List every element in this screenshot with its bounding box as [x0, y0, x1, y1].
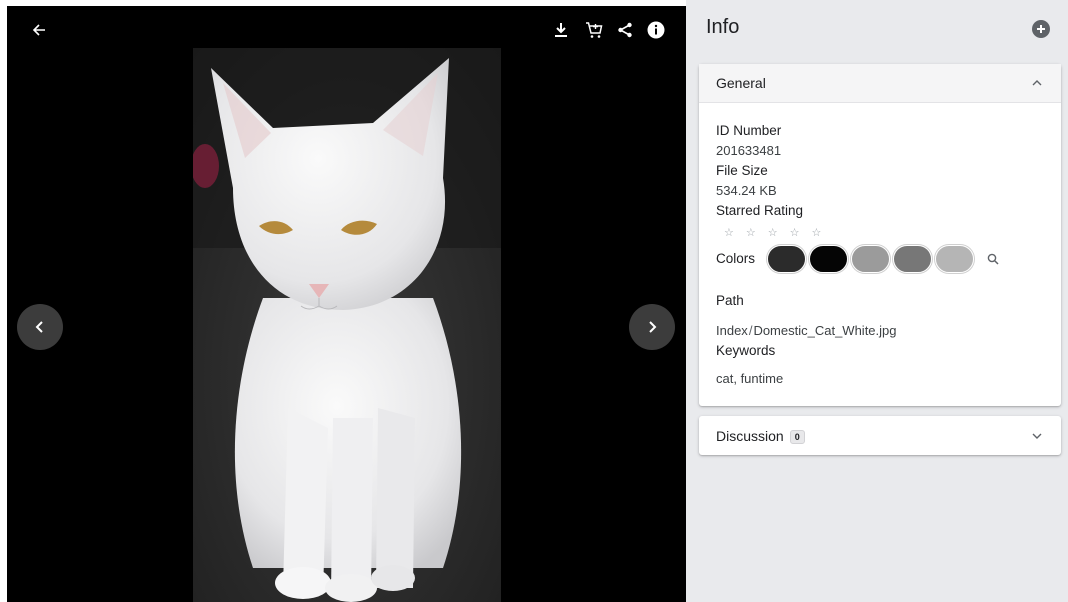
- photo: [193, 48, 501, 602]
- discussion-title: Discussion: [716, 427, 784, 444]
- star-icon[interactable]: ☆: [746, 227, 756, 241]
- add-button[interactable]: [1032, 20, 1050, 38]
- image-detail-view: Info General ID Number 201633481 File Si…: [0, 0, 1068, 602]
- id-number-label: ID Number: [716, 123, 782, 138]
- path-label: Path: [716, 293, 744, 308]
- star-rating: ☆ ☆ ☆ ☆ ☆: [716, 221, 1044, 241]
- search-icon: [987, 253, 999, 265]
- colors-label: Colors: [716, 251, 756, 266]
- file-size-value: 534.24 KB: [716, 183, 777, 198]
- discussion-section-header[interactable]: Discussion 0: [699, 416, 1061, 455]
- arrow-left-icon: [32, 24, 45, 36]
- path-breadcrumb: Index / Domestic_Cat_White.jpg: [716, 321, 1044, 341]
- color-swatch[interactable]: [893, 245, 933, 273]
- discussion-title-wrap: Discussion 0: [716, 428, 805, 444]
- info-button[interactable]: [644, 18, 668, 42]
- info-panel: Info General ID Number 201633481 File Si…: [686, 0, 1068, 602]
- star-icon[interactable]: ☆: [768, 227, 778, 241]
- path-separator: /: [748, 323, 753, 338]
- add-to-cart-button[interactable]: [582, 18, 606, 42]
- image-viewer: [7, 6, 686, 602]
- color-swatch[interactable]: [767, 245, 807, 273]
- general-section-title: General: [716, 75, 766, 91]
- general-section: General ID Number 201633481 File Size 53…: [699, 64, 1061, 406]
- id-number-value: 201633481: [716, 143, 782, 158]
- color-search-button[interactable]: [987, 253, 999, 265]
- keywords-value: cat, funtime: [716, 371, 784, 386]
- back-button[interactable]: [27, 18, 51, 42]
- path-segment[interactable]: Index: [716, 321, 748, 341]
- chevron-right-icon: [649, 321, 657, 333]
- plus-circle-icon: [1037, 25, 1045, 33]
- share-button[interactable]: [613, 18, 637, 42]
- star-icon[interactable]: ☆: [790, 227, 800, 241]
- starred-rating-label: Starred Rating: [716, 203, 804, 218]
- keywords-label: Keywords: [716, 343, 776, 358]
- info-icon: [647, 21, 665, 39]
- download-button[interactable]: [549, 18, 573, 42]
- share-icon: [618, 22, 632, 38]
- discussion-section: Discussion 0: [699, 416, 1061, 455]
- general-section-body: ID Number 201633481 File Size 534.24 KB …: [699, 103, 1061, 389]
- general-section-header[interactable]: General: [699, 64, 1061, 103]
- chevron-up-icon: [1032, 80, 1042, 86]
- previous-image-button[interactable]: [17, 304, 63, 350]
- next-image-button[interactable]: [629, 304, 675, 350]
- color-swatch[interactable]: [809, 245, 849, 273]
- star-icon[interactable]: ☆: [724, 227, 734, 241]
- chevron-left-icon: [35, 321, 43, 333]
- panel-title: Info: [706, 16, 740, 38]
- colors-row: Colors: [716, 245, 1044, 273]
- color-swatch[interactable]: [851, 245, 891, 273]
- chevron-down-icon: [1032, 433, 1042, 439]
- star-icon[interactable]: ☆: [812, 227, 822, 241]
- discussion-count-badge: 0: [789, 429, 805, 444]
- cart-icon: [586, 22, 603, 38]
- file-size-label: File Size: [716, 163, 768, 178]
- color-swatch[interactable]: [935, 245, 975, 273]
- download-icon: [555, 23, 567, 37]
- path-segment[interactable]: Domestic_Cat_White.jpg: [753, 321, 896, 341]
